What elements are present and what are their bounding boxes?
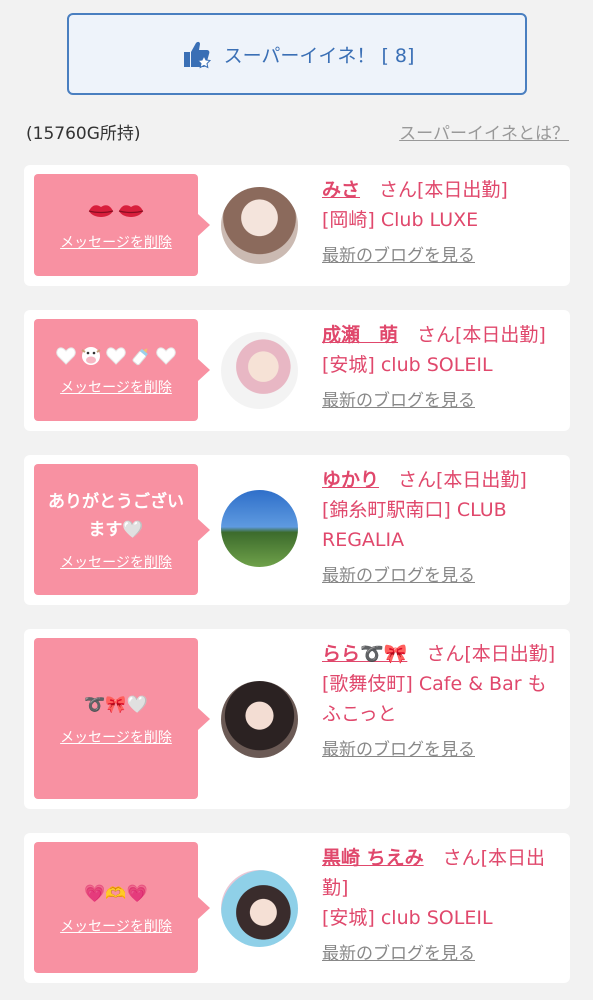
latest-blog-link[interactable]: 最新のブログを見る [322,939,562,969]
message-bubble: 💗🫶💗 メッセージを削除 [34,842,210,973]
cast-name-link[interactable]: ゆかり [322,469,379,491]
message-bubble: メッセージを削除 [34,319,210,421]
about-super-like-link[interactable]: スーパーイイネとは？ [399,119,569,144]
cast-name-link[interactable]: 黒崎 ちえみ [322,847,424,869]
white-heart-icon [56,347,76,365]
store-name: [安城] club SOLEIL [322,354,493,376]
white-heart-icon [156,347,176,365]
message-bubble: ありがとうございます🤍 メッセージを削除 [34,464,210,595]
message-card: メッセージを削除 みさ さん[本日出勤] [岡崎] Club LUXE 最新のブ… [24,165,570,286]
cast-name-link[interactable]: らら➰🎀 [322,643,407,665]
store-name: [安城] club SOLEIL [322,907,493,929]
avatar[interactable] [221,490,298,567]
super-like-label: スーパーイイネ！ [ 8] [223,44,415,67]
cast-info: らら➰🎀 さん[本日出勤] [歌舞伎町] Cafe & Bar もふこっと 最新… [322,639,562,765]
emoji-message [56,343,176,369]
cast-info: ゆかり さん[本日出勤] [錦糸町駅南口] CLUB REGALIA 最新のブロ… [322,465,562,591]
lips-icon [118,205,144,217]
delete-message-link[interactable]: メッセージを削除 [60,377,172,397]
points-balance: (15760G所持) [26,124,141,144]
avatar[interactable] [221,681,298,758]
cast-name-link[interactable]: みさ [322,179,360,201]
message-text: 💗🫶💗 [84,883,148,904]
white-heart-icon [106,347,126,365]
store-name: [岡崎] Club LUXE [322,209,479,231]
lips-icon [88,205,114,217]
lips-emoji-message [88,198,144,224]
cast-info: 黒崎 ちえみ さん[本日出勤] [安城] club SOLEIL 最新のブログを… [322,843,562,969]
thumbs-up-star-icon [183,41,211,69]
message-bubble: メッセージを削除 [34,174,210,276]
super-like-button[interactable]: スーパーイイネ！ [ 8] [67,13,527,95]
delete-message-link[interactable]: メッセージを削除 [60,727,172,747]
store-name: [錦糸町駅南口] CLUB REGALIA [322,499,507,551]
baby-bottle-icon [132,348,148,366]
message-bubble: ➰🎀🤍 メッセージを削除 [34,638,210,799]
avatar[interactable] [221,870,298,947]
cast-status: さん[本日出勤] [379,469,527,491]
message-card: ありがとうございます🤍 メッセージを削除 ゆかり さん[本日出勤] [錦糸町駅南… [24,455,570,605]
cast-name-link[interactable]: 成瀬 萌 [322,324,398,346]
latest-blog-link[interactable]: 最新のブログを見る [322,386,562,416]
message-text: ありがとうございます🤍 [48,491,184,540]
delete-message-link[interactable]: メッセージを削除 [60,232,172,252]
avatar[interactable] [221,187,298,264]
message-text: ➰🎀🤍 [84,694,148,715]
cast-status: さん[本日出勤] [360,179,508,201]
cast-info: みさ さん[本日出勤] [岡崎] Club LUXE 最新のブログを見る [322,175,562,271]
cast-info: 成瀬 萌 さん[本日出勤] [安城] club SOLEIL 最新のブログを見る [322,320,562,416]
cast-status: さん[本日出勤] [398,324,546,346]
message-card: ➰🎀🤍 メッセージを削除 らら➰🎀 さん[本日出勤] [歌舞伎町] Cafe &… [24,629,570,809]
delete-message-link[interactable]: メッセージを削除 [60,552,172,572]
message-card: メッセージを削除 成瀬 萌 さん[本日出勤] [安城] club SOLEIL … [24,310,570,431]
delete-message-link[interactable]: メッセージを削除 [60,916,172,936]
message-card: 💗🫶💗 メッセージを削除 黒崎 ちえみ さん[本日出勤] [安城] club S… [24,833,570,983]
latest-blog-link[interactable]: 最新のブログを見る [322,561,562,591]
latest-blog-link[interactable]: 最新のブログを見る [322,735,562,765]
cow-icon [81,347,101,365]
cast-status: さん[本日出勤] [407,643,556,665]
avatar[interactable] [221,332,298,409]
latest-blog-link[interactable]: 最新のブログを見る [322,241,562,271]
store-name: [歌舞伎町] Cafe & Bar もふこっと [322,673,547,725]
